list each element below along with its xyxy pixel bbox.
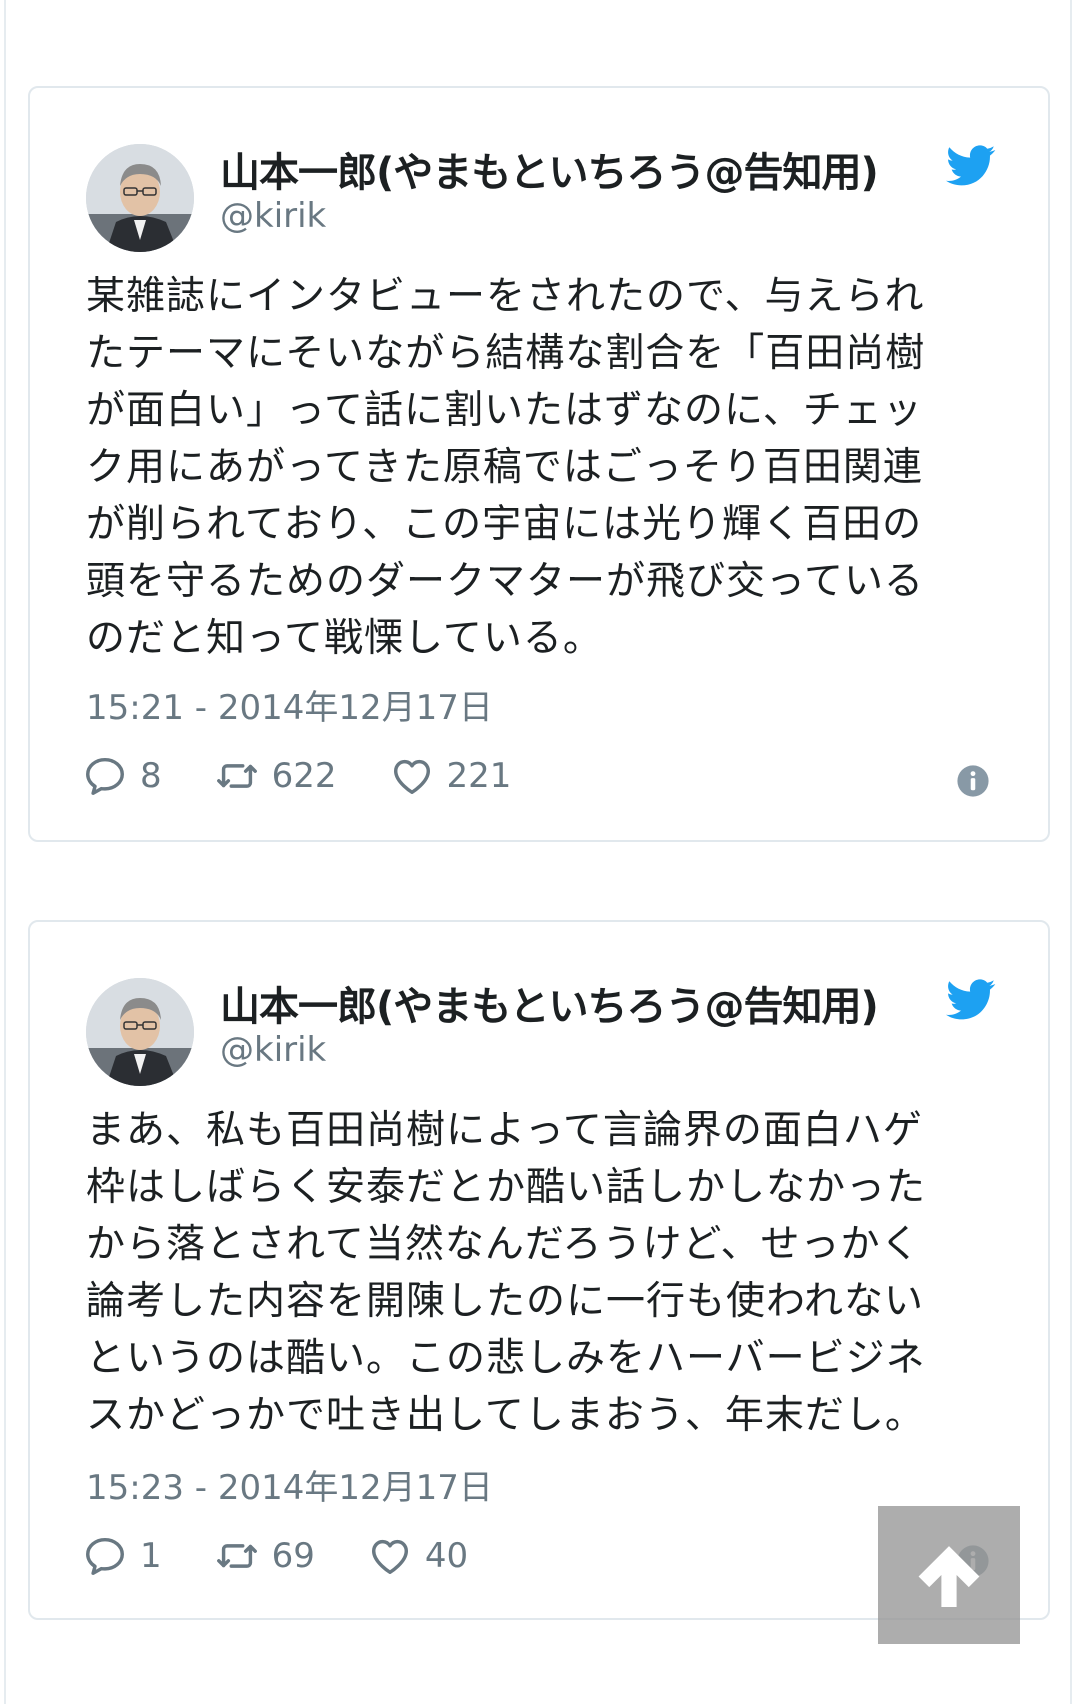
twitter-bird-icon[interactable]: [946, 978, 996, 1022]
like-count: 221: [446, 756, 512, 796]
speech-bubble-icon: [86, 757, 124, 795]
author-display-name[interactable]: 山本一郎(やまもといちろう@告知用): [220, 974, 879, 1032]
retweet-icon: [216, 764, 257, 788]
arrow-up-icon: [918, 1546, 980, 1607]
heart-icon: [371, 1539, 408, 1575]
info-icon[interactable]: [956, 764, 990, 798]
like-button[interactable]: 40: [367, 1533, 468, 1579]
tweet-timestamp[interactable]: 15:23 - 2014年12月17日: [86, 1460, 493, 1509]
tweet-actions: 1 69 40: [82, 1530, 520, 1582]
tweet-card[interactable]: 山本一郎(やまもといちろう@告知用) @kirik 某雑誌にインタビューをされた…: [28, 86, 1050, 842]
tweet-text: 某雑誌にインタビューをされたので、与えられ たテーマにそいながら結構な割合を「百…: [86, 274, 926, 661]
author-handle[interactable]: @kirik: [220, 1030, 326, 1070]
scroll-to-top-button[interactable]: [878, 1506, 1020, 1644]
author-handle[interactable]: @kirik: [220, 196, 326, 236]
tweet-actions: 8 622 221: [82, 750, 563, 802]
heart-icon: [393, 759, 430, 795]
retweet-button[interactable]: 69: [214, 1533, 315, 1579]
like-count: 40: [424, 1536, 469, 1576]
avatar[interactable]: [86, 978, 194, 1086]
tweet-timestamp[interactable]: 15:21 - 2014年12月17日: [86, 680, 493, 729]
tweet-text: まあ、私も百田尚樹によって言論界の面白ハゲ 枠はしばらく安泰だとか酷い話しかしな…: [86, 1108, 927, 1438]
twitter-bird-icon[interactable]: [946, 144, 996, 188]
speech-bubble-icon: [86, 1537, 124, 1575]
reply-button[interactable]: 1: [82, 1533, 162, 1579]
retweet-button[interactable]: 622: [214, 753, 337, 799]
author-display-name[interactable]: 山本一郎(やまもといちろう@告知用): [220, 140, 879, 198]
reply-count: 8: [140, 756, 162, 796]
retweet-count: 622: [271, 756, 337, 796]
retweet-icon: [216, 1544, 257, 1568]
retweet-count: 69: [271, 1536, 315, 1576]
avatar[interactable]: [86, 144, 194, 252]
like-button[interactable]: 221: [389, 753, 512, 799]
reply-button[interactable]: 8: [82, 753, 162, 799]
reply-count: 1: [140, 1536, 162, 1576]
